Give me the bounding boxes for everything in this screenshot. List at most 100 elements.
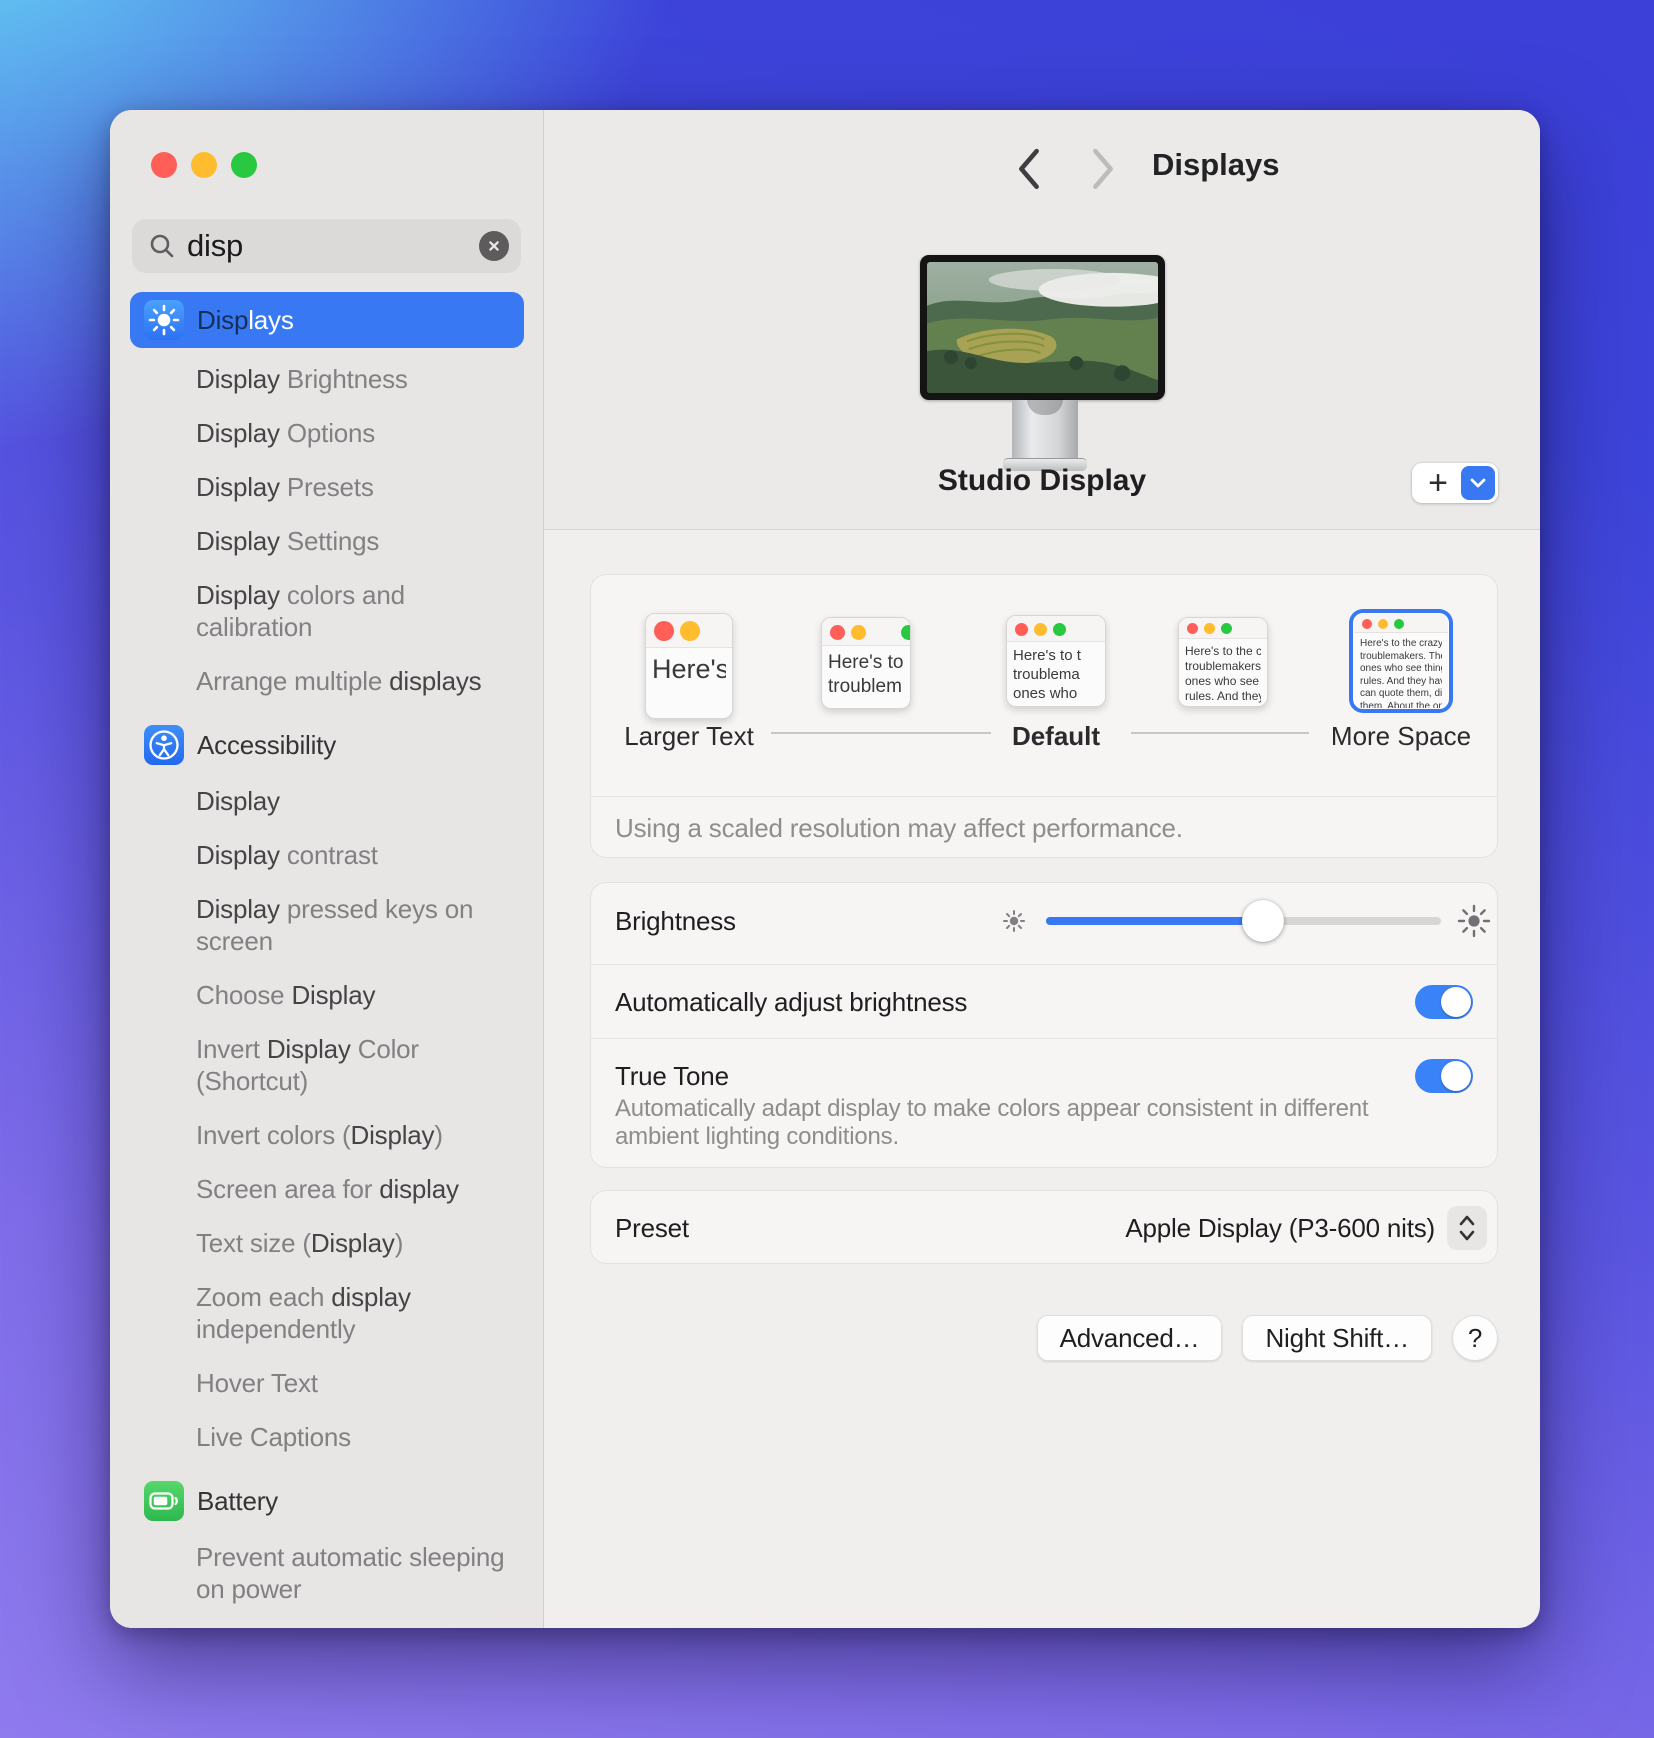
mini-traffic-light [1221,623,1232,634]
brightness-slider-fill [1046,917,1263,925]
sidebar-item-label: Prevent automatic sleeping on power [196,1541,512,1605]
sidebar-item-label: Zoom each display independently [196,1281,512,1345]
battery-icon [144,1481,184,1521]
mini-window-text: Here's totroublem [822,646,910,704]
resolution-option-more-space[interactable]: Here's to the crazy onetroublemakers. Th… [1353,613,1449,709]
true-tone-toggle[interactable] [1415,1059,1473,1093]
sidebar-item-label: Display Brightness [196,363,408,395]
sidebar-item-display-pressed-keys-on-screen[interactable]: Display pressed keys on screen [196,893,512,957]
sidebar-item-display-colors-and-calibration[interactable]: Display colors and calibration [196,579,512,643]
up-down-chevrons-icon [1457,1213,1477,1243]
sidebar-item-zoom-each-display-independently[interactable]: Zoom each display independently [196,1281,512,1345]
detail-pane: Displays [544,110,1540,1628]
brightness-label: Brightness [615,906,736,937]
mini-traffic-light [680,621,700,641]
sidebar-item-label: Screen area for display [196,1173,459,1205]
help-button[interactable]: ? [1452,1315,1498,1361]
forward-button[interactable] [1089,146,1117,184]
studio-display-preview [920,255,1165,400]
mini-traffic-light [1204,623,1215,634]
auto-brightness-toggle[interactable] [1415,985,1473,1019]
resolution-option-step-4[interactable]: Here's to the crtroublemakers.ones who s… [1178,617,1268,707]
sidebar-item-text-size-display[interactable]: Text size (Display) [196,1227,512,1259]
sidebar-item-label: Choose Display [196,979,375,1011]
sidebar-item-choose-display[interactable]: Choose Display [196,979,512,1011]
preset-label: Preset [615,1213,689,1244]
sidebar-item-label: Display Settings [196,525,379,557]
sidebar-item-display-presets[interactable]: Display Presets [196,471,512,503]
brightness-settings-card: Brightness [590,882,1498,1168]
sidebar-item-display-options[interactable]: Display Options [196,417,512,449]
sidebar-item-display-settings[interactable]: Display Settings [196,525,512,557]
night-shift-button[interactable]: Night Shift… [1242,1315,1432,1361]
sidebar-item-label: Hover Text [196,1367,318,1399]
minimize-button[interactable] [191,152,217,178]
zoom-button[interactable] [231,152,257,178]
divider [591,796,1497,797]
page-title: Displays [1152,147,1280,183]
resolution-option-label[interactable]: Default [946,721,1166,752]
plus-icon[interactable]: + [1412,463,1464,503]
sidebar-item-accessibility[interactable]: Accessibility [130,723,524,767]
sidebar-item-arrange-multiple-displays[interactable]: Arrange multiple displays [196,665,512,697]
sidebar-item-hover-text[interactable]: Hover Text [196,1367,512,1399]
add-display-button[interactable]: + [1412,463,1498,503]
sidebar-item-live-captions[interactable]: Live Captions [196,1421,512,1453]
brightness-dim-sun-icon [999,906,1029,936]
scaled-resolution-note: Using a scaled resolution may affect per… [615,813,1183,844]
divider [591,964,1497,965]
mini-traffic-light [1053,623,1066,636]
resolution-option-label[interactable]: Larger Text [579,721,799,752]
sidebar-item-display-contrast[interactable]: Display contrast [196,839,512,871]
true-tone-label: True Tone [615,1061,729,1092]
mini-window-titlebar [1179,618,1267,639]
sidebar-item-label: Invert Display Color (Shortcut) [196,1033,512,1097]
monitor-stand [1012,400,1078,460]
sidebar-item-label: Display Presets [196,471,374,503]
back-button[interactable] [1015,146,1043,184]
desktop-background: disp Displays Display Brightness Display O… [0,0,1654,1738]
brightness-slider-thumb[interactable] [1242,900,1284,942]
sidebar-item-label: Arrange multiple displays [196,665,481,697]
mini-traffic-light [1034,623,1047,636]
sidebar-item-label: Live Captions [196,1421,351,1453]
preset-dropdown-stepper[interactable] [1447,1206,1487,1250]
sidebar-item-invert-display-color-shortcut[interactable]: Invert Display Color (Shortcut) [196,1033,512,1097]
sidebar-item-accessibility-display[interactable]: Display [196,785,512,817]
add-display-dropdown[interactable] [1461,466,1495,500]
sidebar-item-battery[interactable]: Battery [130,1479,524,1523]
sidebar-item-prevent-automatic-sleeping-on-power[interactable]: Prevent automatic sleeping on power [196,1541,512,1605]
clear-search-icon[interactable] [479,231,509,261]
sidebar-item-displays[interactable]: Displays [130,292,524,348]
mini-traffic-light [851,625,866,640]
search-input[interactable]: disp [187,228,243,264]
close-button[interactable] [151,152,177,178]
chevron-down-icon [1468,476,1488,490]
sidebar-list: Displays Display Brightness Display Option… [130,292,524,1627]
preset-card: Preset Apple Display (P3-600 nits) [590,1190,1498,1264]
mini-window-titlebar [1007,616,1105,642]
mini-window-titlebar [822,618,910,646]
resolution-option-step-2[interactable]: Here's totroublem [821,617,911,709]
mini-traffic-light [654,621,674,641]
sidebar-item-label: Battery [197,1486,278,1517]
resolution-option-default[interactable]: Here's to ttroublemaones who [1006,615,1106,707]
mini-window-text: Here's to the crazy onetroublemakers. Th… [1354,633,1448,709]
sidebar-item-display-brightness[interactable]: Display Brightness [196,363,512,395]
sidebar-item-label: Display contrast [196,839,378,871]
search-field[interactable]: disp [132,219,521,273]
preset-value: Apple Display (P3-600 nits) [1125,1213,1435,1244]
sidebar-item-invert-colors-display[interactable]: Invert colors (Display) [196,1119,512,1151]
mini-traffic-light [901,625,912,640]
resolution-option-larger-text[interactable]: Here's [645,613,733,719]
resolution-option-label[interactable]: More Space [1291,721,1511,752]
sidebar-item-screen-area-for-display[interactable]: Screen area for display [196,1173,512,1205]
brightness-bright-sun-icon [1455,902,1493,940]
mini-window-text: Here's to ttroublemaones who [1007,642,1105,707]
sidebar: disp Displays Display Brightness Display O… [110,110,544,1628]
advanced-button[interactable]: Advanced… [1037,1315,1223,1361]
window-controls [151,152,257,178]
system-settings-window: disp Displays Display Brightness Display O… [110,110,1540,1628]
sidebar-item-label: Displays [197,305,294,336]
sidebar-item-label: Invert colors (Display) [196,1119,443,1151]
